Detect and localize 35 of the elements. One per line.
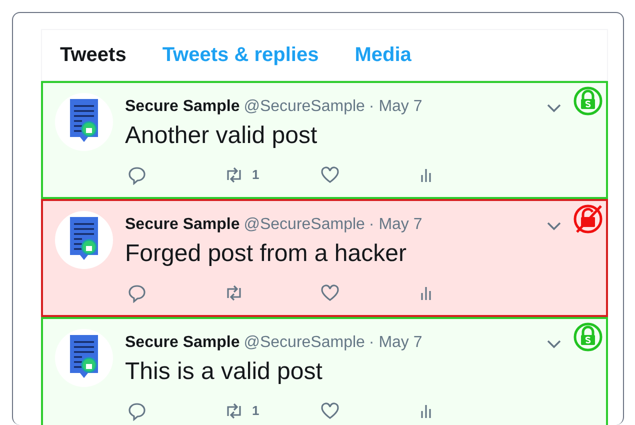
author-handle[interactable]: @SecureSample xyxy=(244,213,365,237)
chevron-icon[interactable] xyxy=(546,221,562,231)
author-name[interactable]: Secure Sample xyxy=(125,331,240,355)
reply-icon[interactable] xyxy=(128,401,148,421)
tab[interactable]: Tweets xyxy=(42,30,144,80)
avatar-icon xyxy=(55,211,113,269)
retweet-count: 1 xyxy=(252,166,260,184)
author-handle[interactable]: @SecureSample xyxy=(244,95,365,119)
tab[interactable]: Media xyxy=(336,30,430,80)
author-handle[interactable]: @SecureSample xyxy=(244,331,365,355)
chevron-icon[interactable] xyxy=(546,339,562,349)
reply-icon[interactable] xyxy=(128,165,148,185)
reply-icon[interactable] xyxy=(128,283,148,303)
heart-icon[interactable] xyxy=(320,165,340,185)
retweet-icon[interactable] xyxy=(224,165,244,185)
tweet-text: This is a valid post xyxy=(125,357,324,387)
tweet-date[interactable]: · May 7 xyxy=(368,95,422,119)
broken-lock-icon xyxy=(573,204,603,234)
avatar-icon xyxy=(55,329,113,387)
retweet-icon[interactable] xyxy=(224,401,244,421)
tweet-text: Another valid post xyxy=(125,121,318,151)
lock-icon xyxy=(573,86,603,116)
avatar-icon xyxy=(55,93,113,151)
tweet-text: Forged post from a hacker xyxy=(125,239,408,269)
author-name[interactable]: Secure Sample xyxy=(125,213,240,237)
heart-icon[interactable] xyxy=(320,283,340,303)
retweet-icon[interactable] xyxy=(224,283,244,303)
lock-icon xyxy=(573,322,603,352)
retweet-count: 1 xyxy=(252,402,260,420)
tweet-date[interactable]: · May 7 xyxy=(368,331,422,355)
tab[interactable]: Tweets & replies xyxy=(144,30,337,80)
author-name[interactable]: Secure Sample xyxy=(125,95,240,119)
tweet-date[interactable]: · May 7 xyxy=(368,213,422,237)
chevron-icon[interactable] xyxy=(546,103,562,113)
heart-icon[interactable] xyxy=(320,401,340,421)
